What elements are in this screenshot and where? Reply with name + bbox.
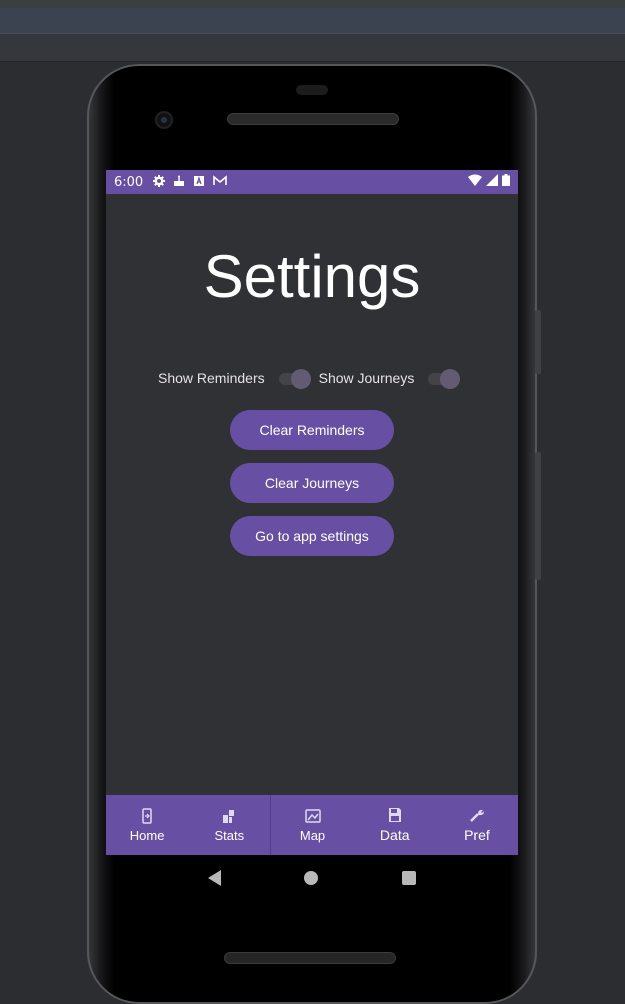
recents-square-icon[interactable] bbox=[402, 871, 417, 885]
system-navigation-bar bbox=[106, 855, 518, 901]
nav-label-pref: Pref bbox=[464, 827, 490, 843]
bottom-navigation: Home Stats Map Data Pref bbox=[106, 795, 518, 855]
earpiece-speaker bbox=[227, 113, 399, 125]
show-reminders-switch[interactable] bbox=[278, 368, 313, 389]
ide-top-strip bbox=[0, 0, 625, 8]
nav-item-data[interactable]: Data bbox=[354, 795, 436, 855]
nav-label-stats: Stats bbox=[214, 827, 245, 843]
back-icon[interactable] bbox=[207, 870, 221, 886]
switch-thumb bbox=[440, 369, 461, 389]
ide-subtoolbar bbox=[0, 34, 625, 62]
stats-icon bbox=[221, 808, 237, 824]
nav-item-stats[interactable]: Stats bbox=[188, 795, 270, 855]
show-reminders-label: Show Reminders bbox=[158, 370, 265, 386]
nav-label-map: Map bbox=[299, 827, 326, 843]
nav-item-map[interactable]: Map bbox=[271, 795, 353, 855]
switch-thumb bbox=[290, 369, 311, 389]
front-camera-icon bbox=[155, 111, 173, 129]
app-settings-button[interactable]: Go to app settings bbox=[230, 516, 394, 556]
map-icon bbox=[304, 808, 321, 824]
battery-icon bbox=[502, 174, 510, 190]
ide-toolbar bbox=[0, 8, 625, 34]
wrench-icon bbox=[469, 807, 485, 823]
status-time: 6:00 bbox=[114, 174, 144, 190]
nav-item-pref[interactable]: Pref bbox=[436, 795, 518, 855]
phone-icon bbox=[139, 807, 155, 824]
show-journeys-switch[interactable] bbox=[428, 368, 462, 389]
nav-item-home[interactable]: Home bbox=[106, 795, 188, 855]
toggles-row: Show Reminders Show Journeys bbox=[158, 366, 478, 390]
app-screen: 6:00 Settings Show Reminders Show Journe… bbox=[106, 170, 518, 855]
nav-label-home: Home bbox=[129, 827, 165, 843]
show-journeys-label: Show Journeys bbox=[318, 370, 415, 386]
save-icon bbox=[387, 807, 403, 823]
cake-icon bbox=[173, 175, 185, 189]
clear-journeys-button[interactable]: Clear Journeys bbox=[230, 463, 394, 503]
bottom-speaker bbox=[224, 952, 396, 964]
gear-icon bbox=[153, 175, 166, 189]
clear-reminders-button[interactable]: Clear Reminders bbox=[230, 410, 394, 450]
wifi-icon bbox=[468, 174, 482, 190]
power-button bbox=[535, 310, 541, 374]
gmail-icon bbox=[213, 175, 228, 189]
top-notch bbox=[296, 85, 328, 95]
volume-button bbox=[535, 452, 541, 580]
status-bar: 6:00 bbox=[106, 170, 518, 194]
home-circle-icon[interactable] bbox=[304, 871, 319, 885]
page-title: Settings bbox=[203, 243, 421, 310]
nav-label-data: Data bbox=[379, 827, 410, 843]
a-icon bbox=[193, 175, 205, 189]
signal-icon bbox=[486, 174, 498, 190]
